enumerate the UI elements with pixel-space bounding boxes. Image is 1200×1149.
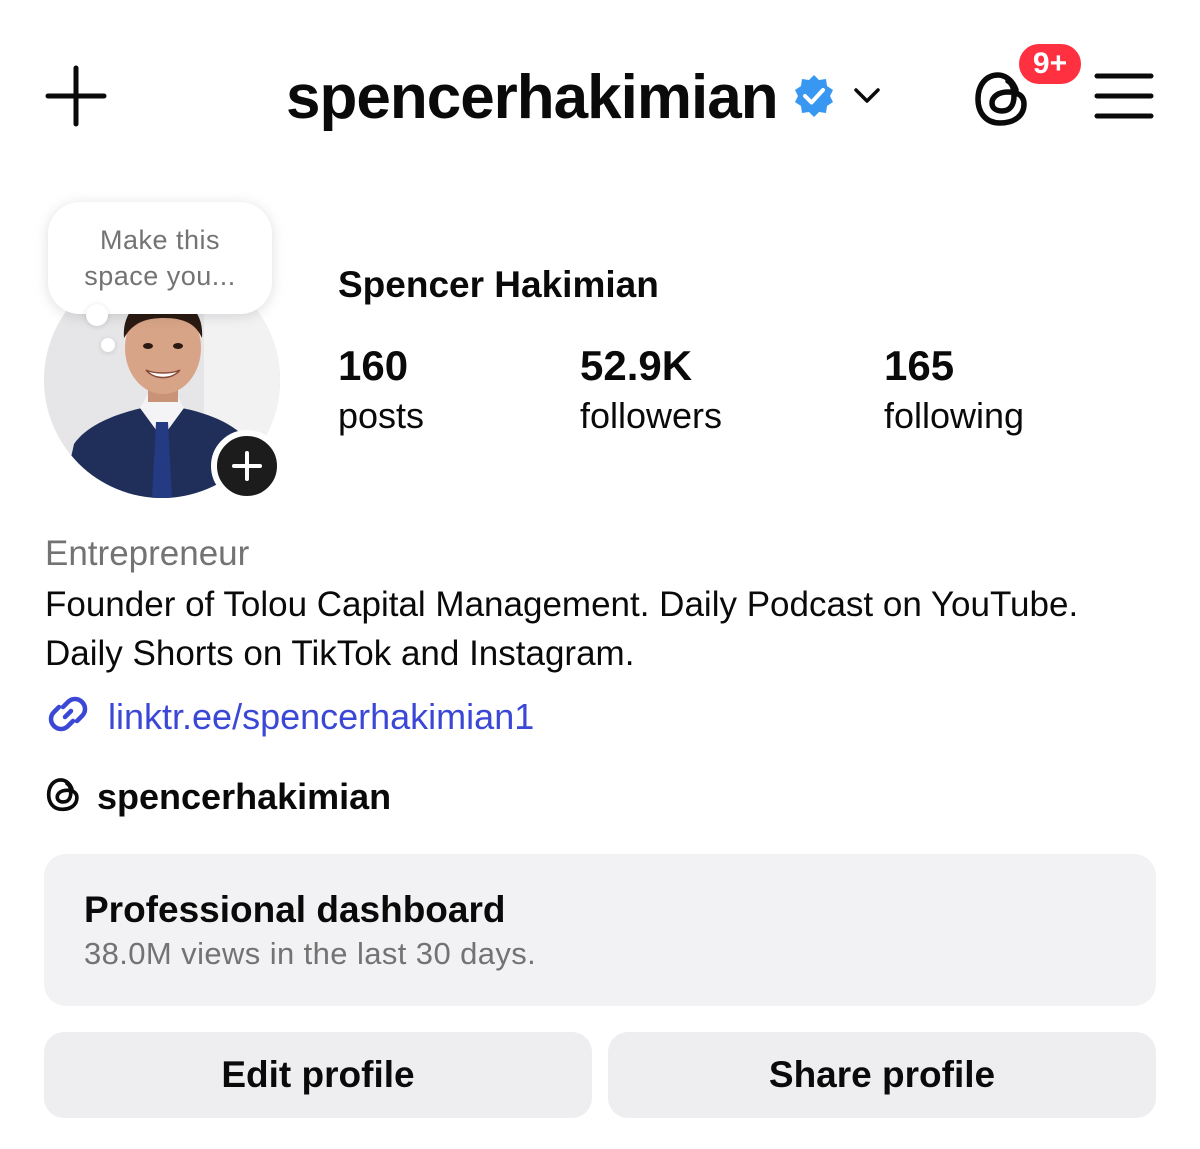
threads-handle: spencerhakimian <box>97 775 392 817</box>
link-icon <box>44 690 92 743</box>
note-bubble-tail <box>86 304 108 326</box>
verified-badge-icon <box>792 74 836 123</box>
dashboard-subtitle: 38.0M views in the last 30 days. <box>84 936 537 971</box>
link-text[interactable]: linktr.ee/spencerhakimian1 <box>108 696 534 738</box>
share-profile-button[interactable]: Share profile <box>608 1032 1156 1118</box>
stat-label: following <box>884 395 1025 436</box>
stat-label: posts <box>338 395 425 436</box>
note-bubble-tail <box>101 338 115 352</box>
dashboard-title: Professional dashboard <box>84 889 506 930</box>
chevron-down-icon[interactable] <box>850 79 884 118</box>
professional-dashboard-card[interactable]: Professional dashboard 38.0M views in th… <box>44 854 1156 1006</box>
threads-profile-link[interactable]: spencerhakimian <box>45 774 391 819</box>
profile-page: spencerhakimian 9+ Make this space you..… <box>0 0 1200 1149</box>
add-story-plus-circle-icon[interactable] <box>211 430 283 502</box>
username-title: spencerhakimian <box>286 63 779 132</box>
stat-following[interactable]: 165 following <box>884 342 1024 442</box>
stat-value: 160 <box>338 342 409 389</box>
new-post-plus-icon[interactable] <box>44 64 108 128</box>
stat-value: 52.9K <box>580 342 693 389</box>
note-text: Make this space you... <box>84 225 236 291</box>
hamburger-menu-icon[interactable] <box>1094 72 1154 120</box>
notification-badge[interactable]: 9+ <box>1015 40 1085 88</box>
threads-icon <box>45 774 83 819</box>
bio-text: Founder of Tolou Capital Management. Dai… <box>45 585 1079 673</box>
edit-profile-button[interactable]: Edit profile <box>44 1032 592 1118</box>
stat-label: followers <box>580 395 723 436</box>
note-bubble[interactable]: Make this space you... <box>48 202 272 314</box>
account-switcher[interactable]: spencerhakimian <box>286 58 884 138</box>
stat-followers[interactable]: 52.9K followers <box>580 342 722 442</box>
stat-value: 165 <box>884 342 955 389</box>
category-label: Entrepreneur <box>45 534 250 573</box>
stat-posts[interactable]: 160 posts <box>338 342 424 442</box>
bio-link[interactable]: linktr.ee/spencerhakimian1 <box>44 690 534 743</box>
full-name: Spencer Hakimian <box>338 264 659 305</box>
